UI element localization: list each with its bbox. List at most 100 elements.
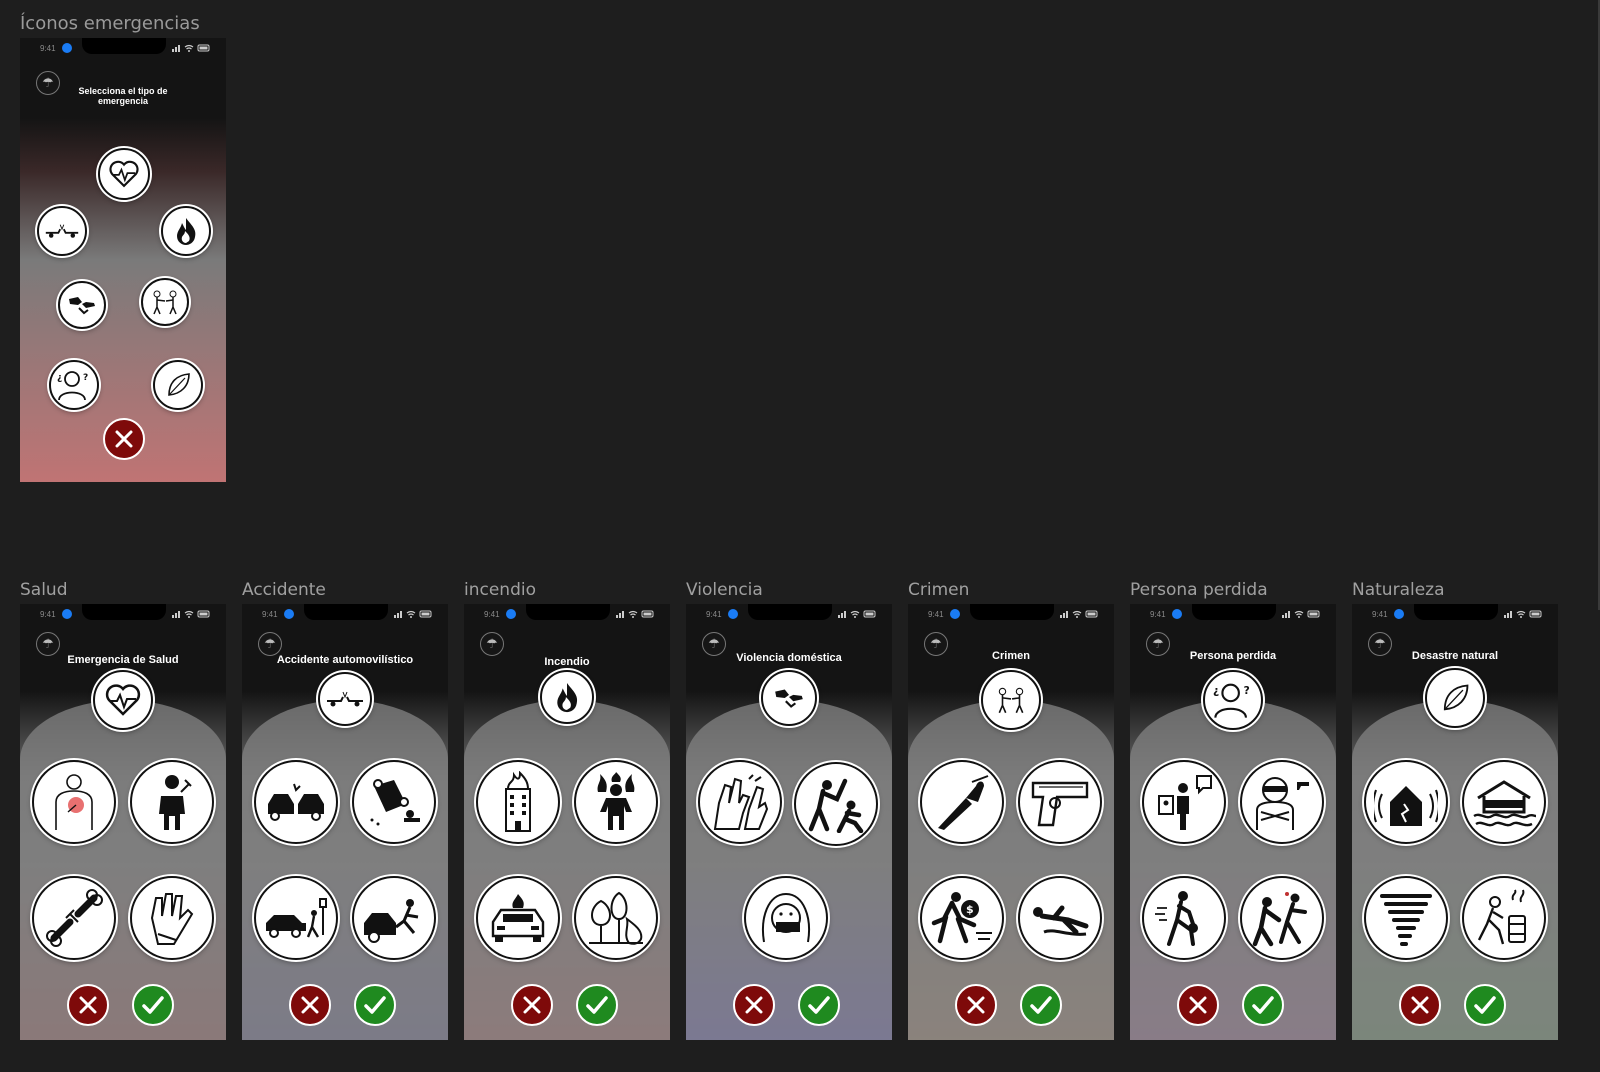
location-icon: [1172, 609, 1182, 619]
option-aggressor-icon[interactable]: [794, 762, 878, 846]
frame-crimen[interactable]: 9:41 ☂ Crimen $: [908, 604, 1114, 1040]
location-icon: [62, 609, 72, 619]
check-icon: [364, 996, 386, 1014]
option-car-collision-icon[interactable]: [254, 760, 338, 844]
canvas-scrollbar[interactable]: [1592, 0, 1600, 610]
app-logo-icon[interactable]: ☂: [258, 632, 282, 656]
frame-incendio[interactable]: 9:41 ☂ Incendio: [464, 604, 670, 1040]
option-body-lying-icon[interactable]: [1018, 876, 1102, 960]
option-missing-report-icon[interactable]: [1142, 760, 1226, 844]
cancel-button[interactable]: [289, 984, 331, 1026]
arch-panel: [1352, 700, 1558, 1040]
signal-wifi-battery-icon: [1282, 610, 1320, 618]
cancel-button[interactable]: [1399, 984, 1441, 1026]
option-car-run-over-icon[interactable]: [352, 876, 436, 960]
header-missing-person-icon: ¿?: [1203, 670, 1263, 730]
option-silenced-victim-icon[interactable]: [744, 876, 828, 960]
cancel-button[interactable]: [955, 984, 997, 1026]
option-crimen-robbery-icon[interactable]: [141, 278, 189, 326]
option-knife-icon[interactable]: [920, 760, 1004, 844]
frame-persona-perdida[interactable]: 9:41 ☂ Persona perdida ¿?: [1130, 604, 1336, 1040]
frame-title: Accidente automovilístico: [276, 654, 414, 666]
frame-title: Persona perdida: [1189, 650, 1277, 662]
app-logo-icon[interactable]: ☂: [480, 632, 504, 656]
header-heartbeat-icon: [93, 670, 153, 730]
status-bar: 9:41: [20, 38, 226, 58]
close-icon: [115, 430, 133, 448]
option-person-on-fire-icon[interactable]: [574, 760, 658, 844]
notch: [82, 38, 166, 54]
option-forest-fire-icon[interactable]: [574, 876, 658, 960]
option-broken-bone-icon[interactable]: [32, 876, 116, 960]
cancel-button[interactable]: [103, 418, 145, 460]
option-chemical-spill-icon[interactable]: [1462, 876, 1546, 960]
frame-title: Emergencia de Salud: [67, 654, 179, 666]
location-icon: [62, 43, 72, 53]
option-car-fire-icon[interactable]: [476, 876, 560, 960]
close-icon: [967, 996, 985, 1014]
confirm-button[interactable]: [1020, 984, 1062, 1026]
frame-label-naturaleza: Naturaleza: [1352, 580, 1445, 600]
close-icon: [523, 996, 541, 1014]
frame-violencia[interactable]: 9:41 ☂ Violencia doméstica: [686, 604, 892, 1040]
frame-accidente[interactable]: 9:41 ☂ Accidente automovilístico: [242, 604, 448, 1040]
header-handshake-violence-icon: [761, 670, 817, 726]
cancel-button[interactable]: [1177, 984, 1219, 1026]
menu-title-line2: emergencia: [97, 96, 149, 106]
option-thief-running-icon[interactable]: $: [920, 876, 1004, 960]
app-logo-icon[interactable]: ☂: [36, 632, 60, 656]
option-building-fire-icon[interactable]: [476, 760, 560, 844]
close-icon: [1411, 996, 1429, 1014]
frame-salud[interactable]: 9:41 ☂ Emergencia de Salud: [20, 604, 226, 1040]
confirm-button[interactable]: [1464, 984, 1506, 1026]
arch-panel: [1130, 700, 1336, 1040]
option-kidnapper-icon[interactable]: [1240, 760, 1324, 844]
notch: [1192, 604, 1276, 620]
signal-wifi-battery-icon: [616, 610, 654, 618]
option-accidente-car-crash-icon[interactable]: [37, 206, 87, 256]
svg-text:¿: ¿: [57, 373, 62, 383]
frame-title: Violencia doméstica: [736, 652, 842, 664]
status-time: 9:41: [928, 610, 944, 619]
confirm-button[interactable]: [798, 984, 840, 1026]
location-icon: [950, 609, 960, 619]
confirm-button[interactable]: [132, 984, 174, 1026]
option-pedestrian-hit-icon[interactable]: [254, 876, 338, 960]
option-naturaleza-leaf-icon[interactable]: [153, 360, 203, 410]
confirm-button[interactable]: [576, 984, 618, 1026]
option-car-rollover-icon[interactable]: [352, 760, 436, 844]
status-bar: 9:41: [464, 604, 670, 624]
option-fighting-hands-icon[interactable]: [698, 760, 782, 844]
confirm-button[interactable]: [1242, 984, 1284, 1026]
main-menu-frame[interactable]: 9:41 ☂ Selecciona el tipo de emergencia …: [20, 38, 226, 482]
cancel-button[interactable]: [511, 984, 553, 1026]
option-glove-icon[interactable]: [130, 876, 214, 960]
option-salud-heartbeat-icon[interactable]: [98, 148, 150, 200]
option-child-running-icon[interactable]: [1142, 876, 1226, 960]
signal-wifi-battery-icon: [172, 44, 210, 52]
option-earthquake-house-icon[interactable]: [1364, 760, 1448, 844]
frame-title: Desastre natural: [1411, 650, 1499, 662]
status-bar: 9:41: [1352, 604, 1558, 624]
option-gun-icon[interactable]: [1018, 760, 1102, 844]
option-choking-icon[interactable]: [130, 760, 214, 844]
cancel-button[interactable]: [67, 984, 109, 1026]
check-icon: [1474, 996, 1496, 1014]
option-flood-house-icon[interactable]: [1462, 760, 1546, 844]
confirm-button[interactable]: [354, 984, 396, 1026]
option-tornado-icon[interactable]: [1364, 876, 1448, 960]
frame-label-violencia: Violencia: [686, 580, 763, 600]
signal-wifi-battery-icon: [172, 610, 210, 618]
option-chest-pain-icon[interactable]: [32, 760, 116, 844]
status-time: 9:41: [1372, 610, 1388, 619]
header-robbery-icon: [981, 670, 1041, 730]
option-abduction-icon[interactable]: [1240, 876, 1324, 960]
option-persona-perdida-icon[interactable]: ¿?: [49, 360, 99, 410]
frame-naturaleza[interactable]: 9:41 ☂ Desastre natural: [1352, 604, 1558, 1040]
svg-text:?: ?: [1244, 685, 1250, 697]
notch: [748, 604, 832, 620]
option-incendio-flame-icon[interactable]: [161, 206, 211, 256]
status-bar: 9:41: [20, 604, 226, 624]
option-violencia-handshake-icon[interactable]: [58, 281, 106, 329]
cancel-button[interactable]: [733, 984, 775, 1026]
